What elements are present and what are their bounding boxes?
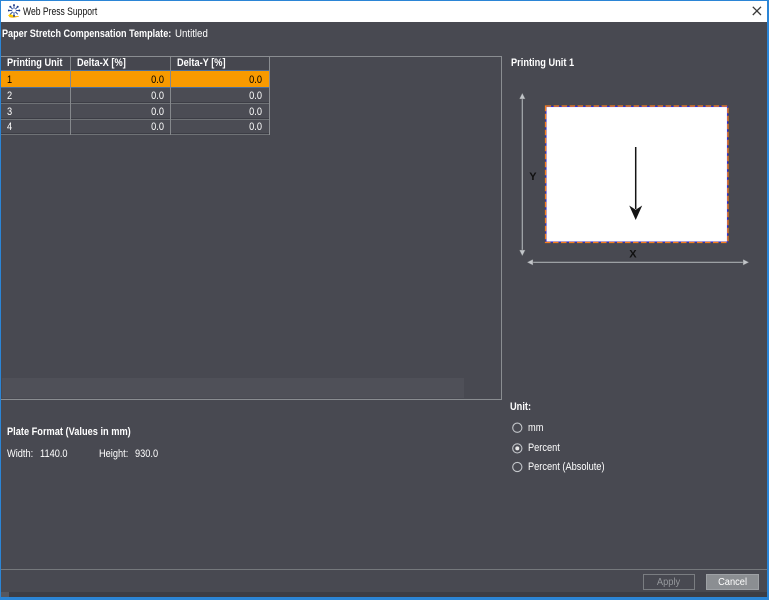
svg-text:X: X [629, 248, 637, 260]
svg-text:Y: Y [529, 171, 537, 183]
